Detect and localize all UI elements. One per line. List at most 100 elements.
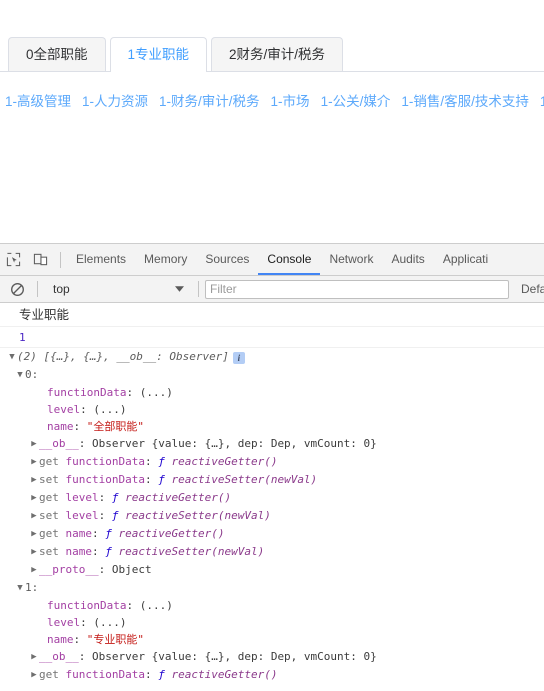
accessor-fn: reactiveGetter()	[118, 527, 225, 540]
function-link[interactable]: 1-公关/媒介	[321, 90, 391, 114]
collapse-arrow-icon[interactable]: ▶	[29, 490, 39, 507]
collapse-arrow-icon[interactable]: ▶	[29, 649, 39, 666]
array-entry-index[interactable]: ▼ 0:	[7, 366, 544, 384]
tab-label: 2财务/审计/税务	[229, 47, 326, 62]
console-log-array: ▼ (2) [{…}, {…}, __ob__: Observer] i ▼ 0: f…	[0, 348, 544, 684]
collapse-arrow-icon[interactable]: ▶	[29, 667, 39, 684]
web-page-content: 0全部职能 1专业职能 2财务/审计/税务 1-高级管理 1-人力资源 1-财务/审…	[0, 0, 544, 243]
object-property-row[interactable]: name: "全部职能"	[7, 418, 544, 435]
property-key: name	[47, 633, 74, 646]
property-key: __ob__	[39, 437, 79, 450]
tab-all-functions[interactable]: 0全部职能	[8, 37, 106, 71]
console-message-list: 专业职能 1 ▼ (2) [{…}, {…}, __ob__: Observer]…	[0, 304, 544, 691]
accessor-row[interactable]: ▶ get level: ƒ reactiveGetter()	[7, 489, 544, 507]
toolbar-divider	[60, 251, 61, 268]
object-property-row[interactable]: level: (...)	[7, 614, 544, 631]
tab-finance-audit-tax[interactable]: 2财务/审计/税务	[211, 37, 344, 71]
accessor-row[interactable]: ▶ set functionData: ƒ reactiveSetter(newV…	[7, 471, 544, 489]
expand-arrow-icon[interactable]: ▼	[7, 349, 17, 366]
tab-memory[interactable]: Memory	[135, 244, 196, 275]
collapse-arrow-icon[interactable]: ▶	[29, 436, 39, 453]
accessor-prop: functionData	[65, 668, 145, 681]
observer-preview: {value: {…}, dep: Dep, vmCount: 0}	[151, 650, 377, 663]
panel-tab-label: Applicati	[442, 252, 489, 266]
tab-professional-functions[interactable]: 1专业职能	[109, 37, 208, 72]
proto-row[interactable]: ▶ __proto__: Object	[7, 561, 544, 579]
chevron-down-icon	[175, 286, 184, 292]
collapse-arrow-icon[interactable]: ▶	[29, 472, 39, 489]
device-toolbar-icon	[33, 253, 48, 266]
collapse-arrow-icon[interactable]: ▶	[29, 508, 39, 525]
accessor-kind: set	[39, 509, 59, 522]
tab-label: 0全部职能	[26, 47, 88, 62]
proto-key: __proto__	[39, 563, 99, 576]
collapse-arrow-icon[interactable]: ▶	[29, 454, 39, 471]
object-property-row[interactable]: functionData: (...)	[7, 384, 544, 401]
function-link[interactable]: 1-财务/审计/税务	[159, 90, 260, 114]
panel-tab-label: Elements	[76, 252, 127, 266]
accessor-prop: functionData	[65, 473, 145, 486]
function-link[interactable]: 1-高级管理	[5, 90, 71, 114]
panel-tab-label: Console	[267, 252, 312, 266]
expand-arrow-icon[interactable]: ▼	[15, 580, 25, 597]
observer-property-row[interactable]: ▶ __ob__: Observer {value: {…}, dep: Dep,…	[7, 435, 544, 453]
entry-index-label: 1:	[25, 581, 39, 594]
function-tab-bar: 0全部职能 1专业职能 2财务/审计/税务	[0, 37, 544, 72]
accessor-fn: reactiveGetter()	[171, 668, 278, 681]
tab-elements[interactable]: Elements	[67, 244, 135, 275]
accessor-row[interactable]: ▶ get functionData: ƒ reactiveGetter()	[7, 453, 544, 471]
log-levels-dropdown[interactable]: Defaul	[509, 282, 544, 296]
collapse-arrow-icon[interactable]: ▶	[29, 562, 39, 579]
tabs-strip: 0全部职能 1专业职能 2财务/审计/税务	[0, 37, 544, 72]
property-value[interactable]: (...)	[140, 386, 173, 399]
accessor-row[interactable]: ▶ set level: ƒ reactiveSetter(newVal)	[7, 507, 544, 525]
object-property-row[interactable]: level: (...)	[7, 401, 544, 418]
function-link[interactable]: 1-市场	[271, 90, 310, 114]
accessor-row[interactable]: ▶ get name: ƒ reactiveGetter()	[7, 525, 544, 543]
console-filter-input[interactable]	[205, 279, 509, 299]
property-value: "专业职能"	[86, 633, 144, 646]
collapse-arrow-icon[interactable]: ▶	[29, 544, 39, 561]
object-property-row[interactable]: functionData: (...)	[7, 597, 544, 614]
info-badge-icon[interactable]: i	[232, 352, 245, 364]
accessor-fn: reactiveSetter(newVal)	[125, 509, 271, 522]
accessor-prop: functionData	[65, 455, 145, 468]
tab-sources[interactable]: Sources	[196, 244, 258, 275]
tab-application[interactable]: Applicati	[434, 244, 497, 275]
devtools-panel: Elements Memory Sources Console Network …	[0, 243, 544, 691]
devtools-toolbar: Elements Memory Sources Console Network …	[0, 244, 544, 276]
observer-property-row[interactable]: ▶ __ob__: Observer {value: {…}, dep: Dep,…	[7, 648, 544, 666]
device-toolbar-button[interactable]	[27, 246, 54, 274]
expand-arrow-icon[interactable]: ▼	[15, 367, 25, 384]
property-value[interactable]: (...)	[140, 599, 173, 612]
property-value[interactable]: (...)	[93, 616, 126, 629]
tab-console[interactable]: Console	[258, 244, 321, 275]
array-header-row[interactable]: ▼ (2) [{…}, {…}, __ob__: Observer] i	[7, 348, 544, 366]
accessor-row[interactable]: ▶ set name: ƒ reactiveSetter(newVal)	[7, 543, 544, 561]
collapse-arrow-icon[interactable]: ▶	[29, 526, 39, 543]
function-link[interactable]: 1-销售/客服/技术支持	[401, 90, 529, 114]
tab-audits[interactable]: Audits	[382, 244, 433, 275]
accessor-fn: reactiveSetter(newVal)	[171, 473, 318, 486]
clear-console-button[interactable]	[4, 276, 31, 302]
accessor-kind: get	[39, 527, 59, 540]
panel-tab-label: Audits	[391, 252, 425, 266]
tab-network[interactable]: Network	[320, 244, 382, 275]
inspect-element-button[interactable]	[0, 246, 27, 274]
log-message-text: 专业职能	[19, 308, 70, 322]
property-key: name	[47, 420, 74, 433]
object-property-row[interactable]: name: "专业职能"	[7, 631, 544, 648]
execution-context-value: top	[53, 282, 70, 296]
property-key: level	[47, 403, 81, 416]
function-link[interactable]: 1-法务	[540, 90, 544, 114]
accessor-row[interactable]: ▶ get functionData: ƒ reactiveGetter()	[7, 666, 544, 684]
property-key: level	[47, 616, 81, 629]
accessor-prop: name	[65, 545, 93, 558]
array-entry-index[interactable]: ▼ 1:	[7, 579, 544, 597]
accessor-kind: get	[39, 455, 59, 468]
proto-value: Object	[111, 563, 152, 576]
function-link[interactable]: 1-人力资源	[82, 90, 148, 114]
execution-context-select[interactable]: top	[44, 279, 192, 300]
console-log-text: 专业职能	[0, 304, 544, 327]
property-value[interactable]: (...)	[93, 403, 126, 416]
